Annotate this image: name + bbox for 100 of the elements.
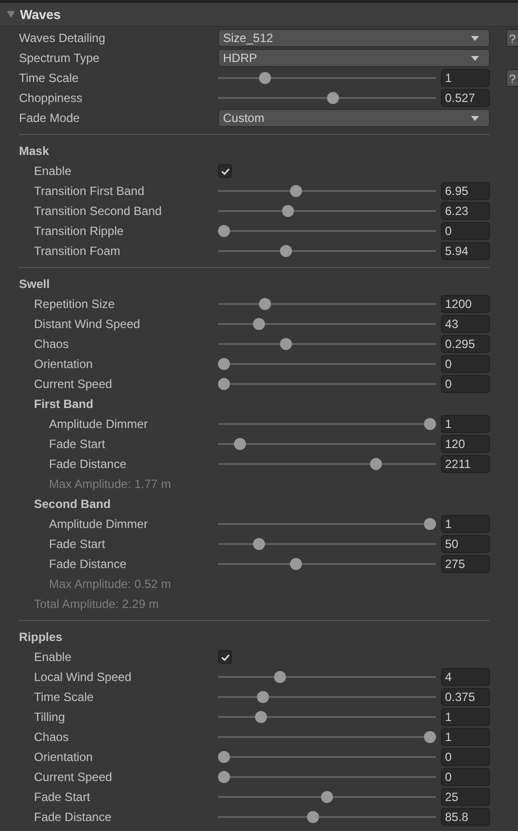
number-field[interactable]: 6.23	[441, 202, 490, 220]
number-field[interactable]: 43	[441, 315, 490, 333]
slider[interactable]	[218, 771, 436, 783]
number-field[interactable]: 25	[441, 788, 490, 806]
slider-thumb[interactable]	[280, 245, 292, 257]
field-label: Fade Start	[33, 789, 92, 806]
slider-thumb[interactable]	[253, 318, 266, 330]
number-field[interactable]: 4	[441, 668, 490, 686]
dropdown[interactable]: HDRP	[218, 49, 490, 67]
field-label: Chaos	[33, 336, 70, 353]
number-field[interactable]: 1	[441, 728, 490, 746]
number-field[interactable]: 6.95	[441, 182, 490, 200]
slider-thumb[interactable]	[280, 338, 292, 350]
dropdown[interactable]: Custom	[218, 109, 490, 127]
field-label: Distant Wind Speed	[33, 316, 142, 333]
section-heading: Ripples	[18, 629, 62, 646]
slider-thumb[interactable]	[290, 185, 302, 197]
info-note: Max Amplitude: 1.77 m	[48, 476, 172, 493]
number-field[interactable]: 85.8	[441, 808, 490, 826]
field-label: Spectrum Type	[18, 50, 100, 67]
slider[interactable]	[218, 245, 436, 257]
slider-thumb[interactable]	[321, 791, 333, 803]
slider[interactable]	[218, 671, 436, 683]
slider-thumb[interactable]	[306, 811, 319, 823]
section-heading: First Band	[33, 396, 94, 413]
number-field[interactable]: 1200	[441, 295, 490, 313]
slider-thumb[interactable]	[370, 458, 382, 470]
field-label: Amplitude Dimmer	[48, 416, 149, 433]
slider[interactable]	[218, 731, 436, 743]
slider[interactable]	[218, 92, 436, 104]
slider-thumb[interactable]	[259, 72, 272, 84]
field-label: Time Scale	[33, 689, 95, 706]
field-label: Fade Start	[48, 436, 106, 453]
number-field[interactable]: 5.94	[441, 242, 490, 260]
number-field[interactable]: 0.375	[441, 688, 490, 706]
slider[interactable]	[218, 318, 436, 330]
slider-thumb[interactable]	[218, 358, 230, 370]
slider[interactable]	[218, 558, 436, 570]
number-field[interactable]: 1	[441, 69, 490, 87]
slider-thumb[interactable]	[327, 92, 340, 104]
slider-thumb[interactable]	[259, 298, 272, 310]
slider-thumb[interactable]	[218, 378, 230, 390]
number-field[interactable]: 120	[441, 435, 490, 453]
help-button[interactable]: ?	[506, 29, 518, 47]
slider-thumb[interactable]	[282, 205, 294, 217]
slider[interactable]	[218, 691, 436, 703]
slider[interactable]	[218, 338, 436, 350]
number-field[interactable]: 1	[441, 515, 490, 533]
number-field[interactable]: 0	[441, 355, 490, 373]
slider[interactable]	[218, 358, 436, 370]
slider[interactable]	[218, 418, 436, 430]
section-header[interactable]: Waves	[0, 3, 518, 27]
slider[interactable]	[218, 751, 436, 763]
number-field[interactable]: 2211	[441, 455, 490, 473]
dropdown[interactable]: Size_512	[218, 29, 490, 47]
field-label: Enable	[33, 163, 72, 180]
slider-thumb[interactable]	[274, 671, 286, 683]
field-label: Amplitude Dimmer	[48, 516, 149, 533]
number-field[interactable]: 275	[441, 555, 490, 573]
number-field[interactable]: 0	[441, 768, 490, 786]
slider-thumb[interactable]	[255, 711, 268, 723]
slider-thumb[interactable]	[218, 225, 230, 237]
slider[interactable]	[218, 205, 436, 217]
slider[interactable]	[218, 438, 436, 450]
number-field[interactable]: 0	[441, 375, 490, 393]
slider-thumb[interactable]	[234, 438, 246, 450]
slider-thumb[interactable]	[218, 751, 230, 763]
number-field[interactable]: 50	[441, 535, 490, 553]
slider[interactable]	[218, 298, 436, 310]
slider-thumb[interactable]	[218, 771, 230, 783]
slider[interactable]	[218, 72, 436, 84]
slider-thumb[interactable]	[424, 518, 436, 530]
slider-thumb[interactable]	[253, 538, 266, 550]
slider[interactable]	[218, 378, 436, 390]
info-note: Max Amplitude: 0.52 m	[48, 576, 172, 593]
number-field[interactable]: 0.295	[441, 335, 490, 353]
slider[interactable]	[218, 811, 436, 823]
slider[interactable]	[218, 791, 436, 803]
number-field[interactable]: 1	[441, 415, 490, 433]
checkmark-icon	[220, 654, 230, 660]
help-button[interactable]: ?	[506, 69, 518, 87]
field-label: Choppiness	[18, 90, 84, 107]
slider[interactable]	[218, 538, 436, 550]
slider[interactable]	[218, 225, 436, 237]
slider-thumb[interactable]	[424, 731, 436, 743]
number-field[interactable]: 0.527	[441, 89, 490, 107]
number-field[interactable]: 0	[441, 748, 490, 766]
slider[interactable]	[218, 458, 436, 470]
field-label: Waves Detailing	[18, 30, 106, 47]
field-label: Fade Distance	[33, 809, 112, 826]
number-field[interactable]: 0	[441, 222, 490, 240]
slider[interactable]	[218, 518, 436, 530]
slider[interactable]	[218, 185, 436, 197]
checkbox[interactable]	[218, 164, 232, 178]
slider-thumb[interactable]	[290, 558, 302, 570]
slider-thumb[interactable]	[257, 691, 270, 703]
slider[interactable]	[218, 711, 436, 723]
number-field[interactable]: 1	[441, 708, 490, 726]
slider-thumb[interactable]	[424, 418, 436, 430]
checkbox[interactable]	[218, 650, 232, 664]
